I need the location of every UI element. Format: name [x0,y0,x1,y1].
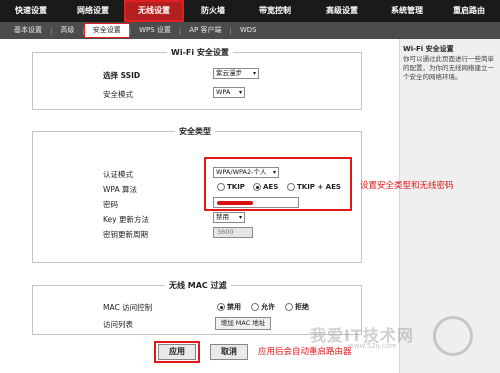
mode-select[interactable]: WPA ▾ [213,87,245,98]
watermark-logo [433,316,473,356]
apply-highlight-box [154,341,200,363]
subtab-basic[interactable]: 基本设置 [6,24,50,37]
tab-wireless[interactable]: 无线设置 [124,0,184,22]
cancel-button[interactable]: 取消 [210,344,248,360]
ssid-select[interactable]: 紫云漫步 ▾ [213,68,259,79]
key-period-input[interactable]: 3600 [213,227,253,238]
mac-panel-title: 无线 MAC 过滤 [165,280,231,291]
tab-firewall[interactable]: 防火墙 [184,0,242,22]
add-mac-button[interactable]: 增加 MAC 地址 [215,317,271,330]
mac-disable-radio[interactable]: 禁用 [217,302,241,312]
key-update-label: Key 更新方法 [103,215,149,224]
mac-list-label: 访问列表 [103,320,133,329]
chevron-down-icon: ▾ [238,89,242,96]
mac-deny-radio[interactable]: 拒绝 [285,302,309,312]
help-title: Wi-Fi 安全设置 [403,45,454,53]
subtab-ap-client[interactable]: AP 客户端 [181,24,229,37]
password-label: 密码 [103,200,118,209]
security-annotation: 设置安全类型和无线密码 [360,181,454,191]
chevron-down-icon: ▾ [252,70,256,77]
help-text: 你可以通过此页面进行一些简单的配置，为你的无线网络建立一个安全的网络环境。 [403,55,494,81]
sub-nav: 基本设置 | 高级 | 安全设置 | WPS 设置 | AP 客户端 | WDS [0,22,500,39]
apply-annotation: 应用后会自动重启路由器 [258,347,352,357]
ssid-label: 选择 SSID [103,71,141,80]
mac-allow-radio[interactable]: 允许 [251,302,275,312]
key-period-label: 密钥更新周期 [103,230,148,239]
security-panel-title: 安全类型 [175,126,215,137]
security-highlight-box [204,157,352,211]
tab-reboot[interactable]: 重启路由 [438,0,500,22]
algo-label: WPA 算法 [103,185,137,194]
tab-system[interactable]: 系统管理 [376,0,438,22]
watermark-url: www.52ij.com [348,342,397,350]
tab-advanced[interactable]: 高级设置 [308,0,376,22]
tab-bandwidth[interactable]: 带宽控制 [242,0,308,22]
mac-access-label: MAC 访问控制 [103,303,153,312]
tab-quick-setup[interactable]: 快速设置 [0,0,62,22]
subtab-security[interactable]: 安全设置 [83,23,130,38]
chevron-down-icon: ▾ [238,214,242,221]
tab-network[interactable]: 网络设置 [62,0,124,22]
subtab-wds[interactable]: WDS [232,24,265,37]
wifi-panel-title: Wi-Fi 安全设置 [167,47,233,58]
wifi-panel: Wi-Fi 安全设置 选择 SSID 紫云漫步 ▾ 安全模式 WPA ▾ [32,47,362,110]
key-update-select[interactable]: 禁用 ▾ [213,212,245,223]
mode-label: 安全模式 [103,90,133,99]
top-nav: 快速设置 网络设置 无线设置 防火墙 带宽控制 高级设置 系统管理 重启路由 [0,0,500,22]
subtab-advanced[interactable]: 高级 [52,24,82,37]
auth-label: 认证模式 [103,170,133,179]
subtab-wps[interactable]: WPS 设置 [131,24,179,37]
